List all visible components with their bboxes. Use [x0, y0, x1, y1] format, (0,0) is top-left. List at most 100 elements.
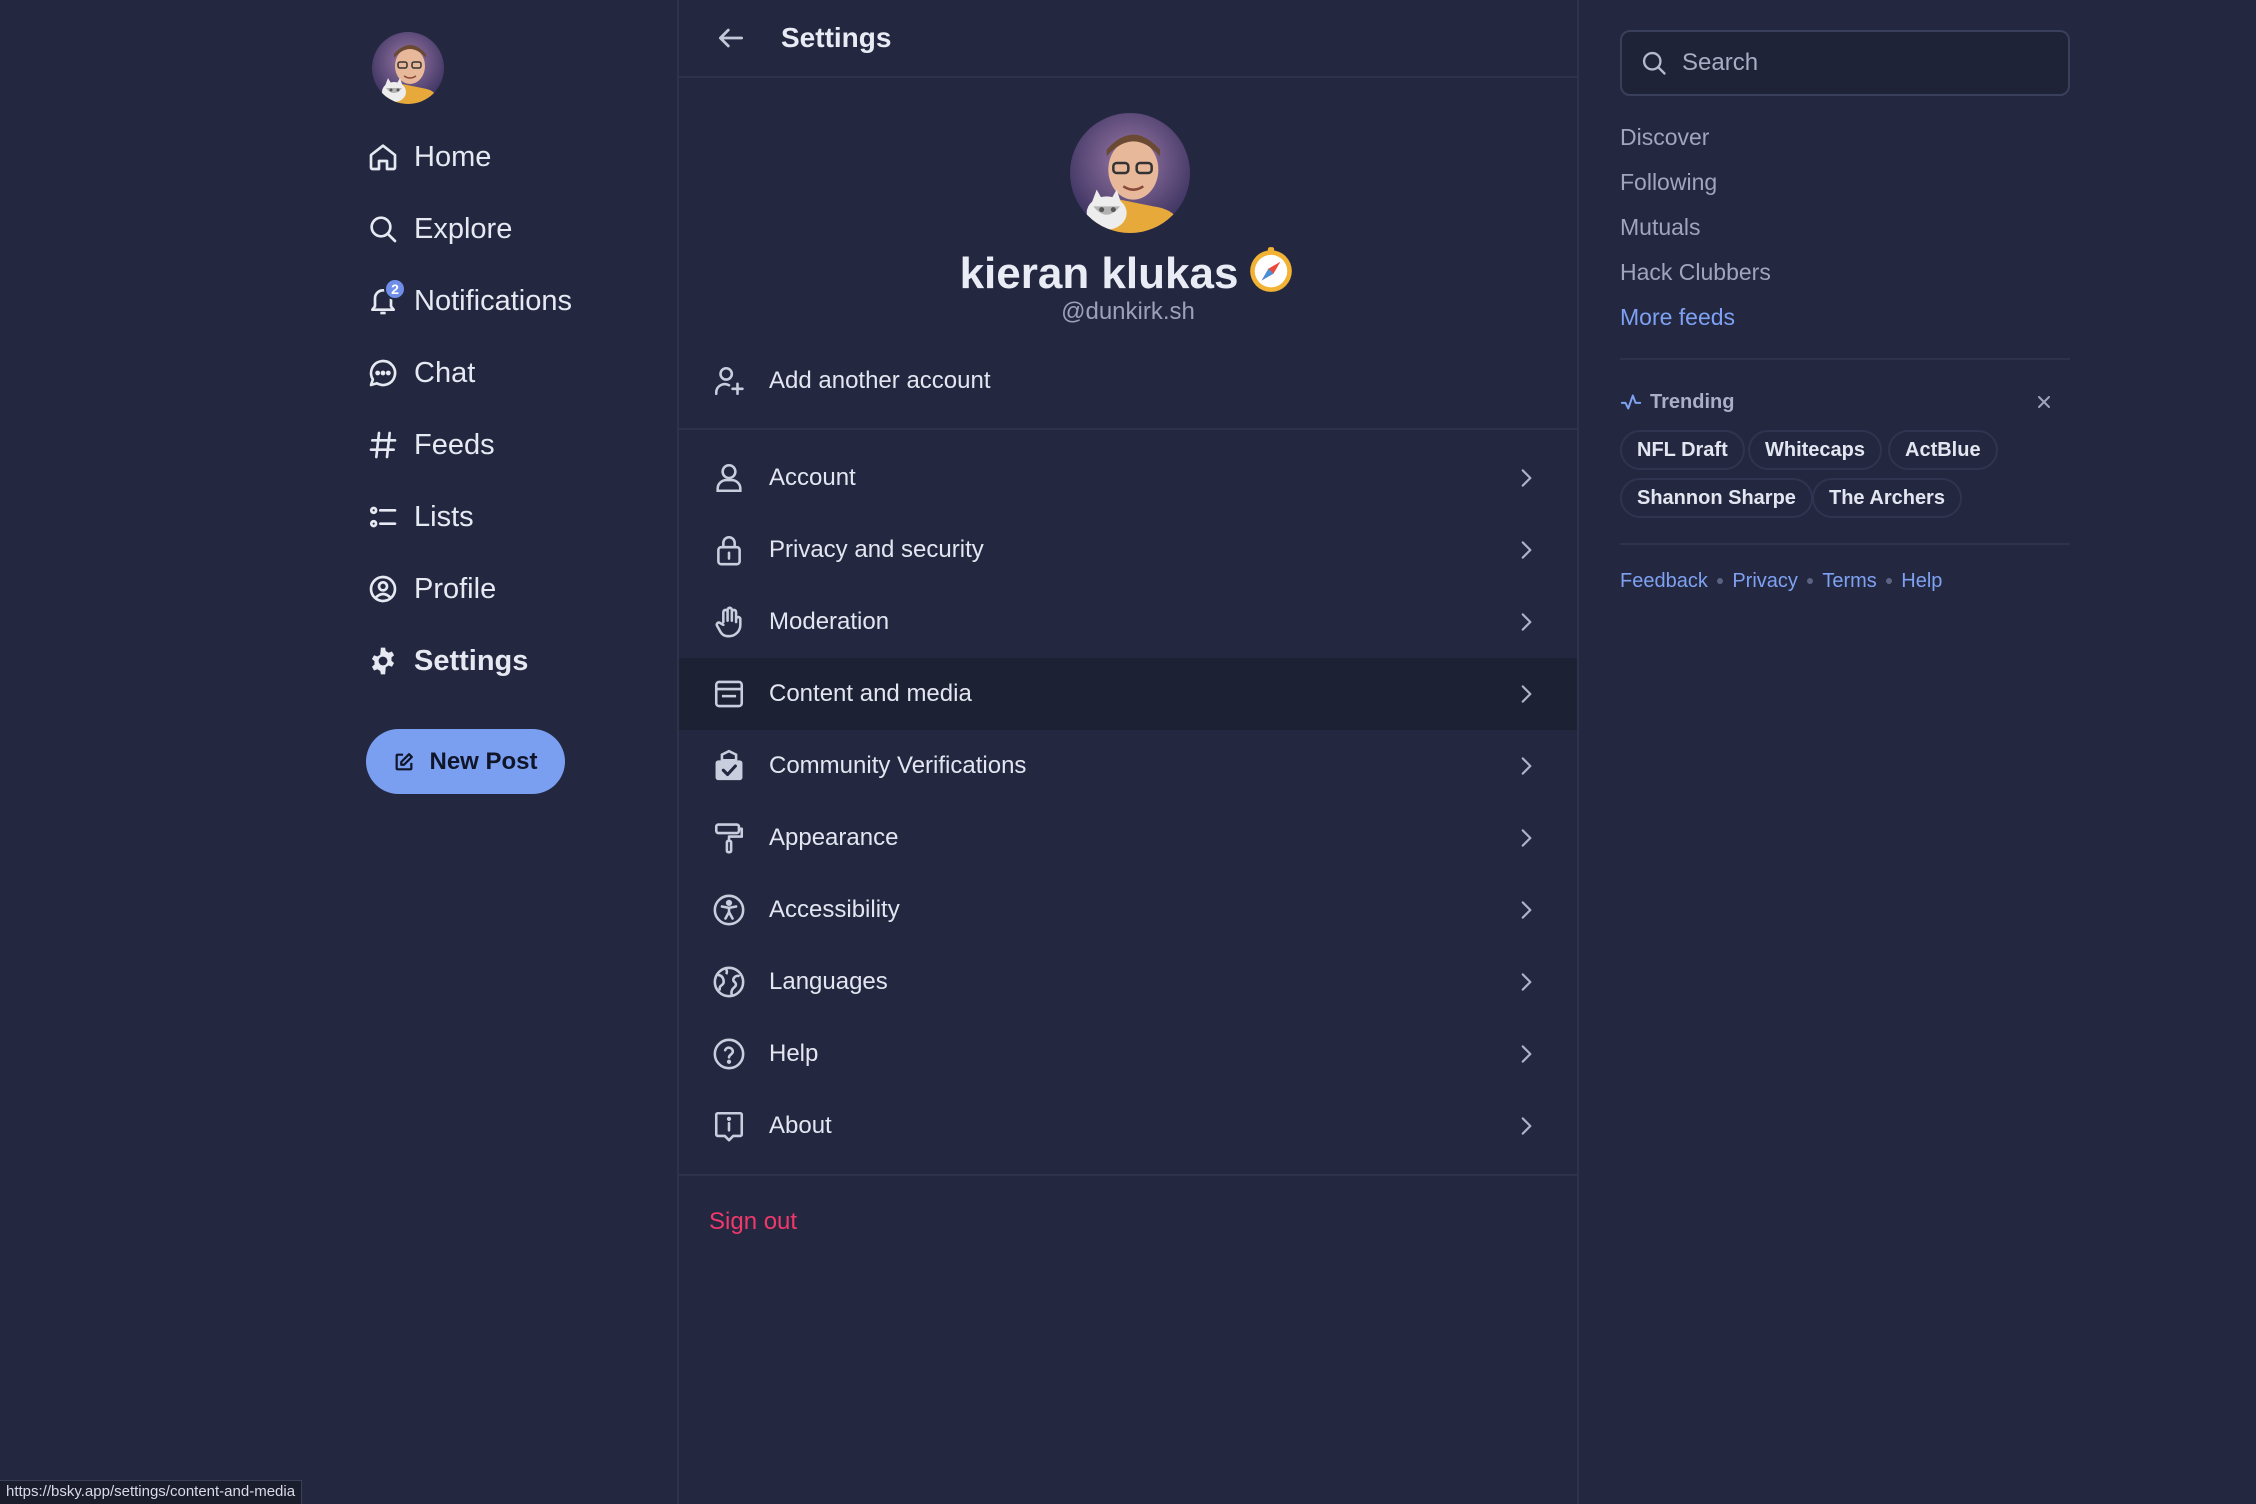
nav-chat[interactable]: Chat [366, 345, 475, 401]
settings-row-account[interactable]: Account [679, 442, 1577, 514]
trending-header: Trending [1620, 388, 2070, 416]
add-account-label: Add another account [769, 367, 991, 394]
page-title: Settings [781, 22, 892, 53]
chevron-right-icon [1511, 967, 1541, 997]
settings-row-content-media[interactable]: Content and media [679, 658, 1577, 730]
settings-row-label: Languages [769, 968, 888, 995]
footer-links: Feedback ● Privacy ● Terms ● Help [1620, 570, 1942, 593]
nav-lists[interactable]: Lists [366, 489, 474, 545]
feed-link-following[interactable]: Following [1620, 169, 1717, 196]
settings-row-label: Privacy and security [769, 536, 984, 563]
separator-dot: ● [1884, 572, 1894, 588]
nav-label-chat: Chat [414, 356, 476, 389]
hand-icon [711, 604, 747, 640]
settings-row-label: Account [769, 464, 856, 491]
settings-row-privacy[interactable]: Privacy and security [679, 514, 1577, 586]
settings-row-label: Appearance [769, 824, 899, 851]
divider [679, 1174, 1577, 1176]
gear-icon [366, 644, 400, 678]
close-icon[interactable] [2032, 390, 2056, 414]
link-preview-status: https://bsky.app/settings/content-and-me… [0, 1480, 303, 1504]
avatar-image [372, 32, 444, 104]
feed-link-mutuals[interactable]: Mutuals [1620, 214, 1701, 241]
settings-row-label: Help [769, 1040, 819, 1067]
nav-label-settings: Settings [414, 644, 529, 677]
person-icon [711, 460, 747, 496]
feed-link-discover[interactable]: Discover [1620, 124, 1709, 151]
divider [1620, 358, 2070, 360]
help-circle-icon [711, 1036, 747, 1072]
nav-label-home: Home [414, 140, 492, 173]
trending-topic-chip[interactable]: NFL Draft [1620, 430, 1745, 470]
chevron-right-icon [1511, 607, 1541, 637]
settings-row-languages[interactable]: Languages [679, 946, 1577, 1018]
search-box[interactable] [1620, 30, 2070, 96]
trending-topic-chip[interactable]: ActBlue [1888, 430, 1998, 470]
settings-row-accessibility[interactable]: Accessibility [679, 874, 1577, 946]
notification-count-badge: 2 [384, 278, 406, 300]
arrow-left-icon [719, 28, 743, 48]
nav-label-notifications: Notifications [414, 284, 572, 317]
back-button[interactable] [713, 20, 749, 56]
trending-label: Trending [1650, 390, 1735, 413]
footer-link-privacy[interactable]: Privacy [1732, 570, 1798, 592]
footer-link-feedback[interactable]: Feedback [1620, 570, 1708, 592]
user-avatar[interactable] [372, 32, 444, 104]
nav-feeds[interactable]: Feeds [366, 417, 495, 473]
new-post-label: New Post [429, 747, 538, 775]
user-circle-icon [366, 572, 400, 606]
footer-link-help[interactable]: Help [1901, 570, 1942, 592]
sign-out-button[interactable]: Sign out [709, 1208, 797, 1236]
profile-handle: @dunkirk.sh [1061, 298, 1195, 325]
info-icon [711, 1108, 747, 1144]
search-input[interactable] [1680, 48, 2040, 78]
settings-row-appearance[interactable]: Appearance [679, 802, 1577, 874]
nav-label-lists: Lists [414, 500, 474, 533]
chevron-right-icon [1511, 823, 1541, 853]
nav-settings[interactable]: Settings [366, 633, 528, 689]
separator-dot: ● [1715, 572, 1725, 588]
hashtag-icon [366, 428, 400, 462]
bell-icon: 2 [366, 278, 406, 318]
settings-header: Settings [679, 0, 1577, 78]
add-person-icon [711, 363, 747, 399]
list-icon [366, 500, 400, 534]
settings-row-help[interactable]: Help [679, 1018, 1577, 1090]
nav-profile[interactable]: Profile [366, 561, 496, 617]
trending-topic-chip[interactable]: Shannon Sharpe [1620, 478, 1813, 518]
settings-row-label: About [769, 1112, 832, 1139]
compose-icon [396, 752, 414, 770]
home-icon [366, 140, 400, 174]
chevron-right-icon [1511, 1111, 1541, 1141]
chevron-right-icon [1511, 1039, 1541, 1069]
chevron-right-icon [1511, 463, 1541, 493]
separator-dot: ● [1805, 572, 1815, 588]
trending-topic-chip[interactable]: Whitecaps [1748, 430, 1883, 470]
nav-home[interactable]: Home [366, 129, 491, 185]
settings-row-about[interactable]: About [679, 1090, 1577, 1162]
chevron-right-icon [1511, 535, 1541, 565]
nav-label-feeds: Feeds [414, 428, 495, 461]
nav-notifications[interactable]: 2 Notifications [366, 273, 572, 329]
trending-topic-chip[interactable]: The Archers [1812, 478, 1962, 518]
settings-row-label: Accessibility [769, 896, 900, 923]
paint-roller-icon [711, 820, 747, 856]
chevron-right-icon [1511, 895, 1541, 925]
nav-explore[interactable]: Explore [366, 201, 512, 257]
feed-link-hack-clubbers[interactable]: Hack Clubbers [1620, 259, 1771, 286]
verified-badge-icon [711, 748, 747, 784]
settings-row-label: Content and media [769, 680, 972, 707]
globe-icon [711, 964, 747, 1000]
add-account-row[interactable]: Add another account [679, 345, 1577, 417]
search-icon [366, 212, 400, 246]
new-post-button[interactable]: New Post [366, 729, 565, 794]
profile-avatar[interactable] [1070, 113, 1190, 233]
settings-row-verifications[interactable]: Community Verifications [679, 730, 1577, 802]
left-navigation: Home Explore 2 Notifications Chat Feeds [366, 0, 666, 1504]
chevron-right-icon [1511, 679, 1541, 709]
footer-link-terms[interactable]: Terms [1822, 570, 1876, 592]
more-feeds-link[interactable]: More feeds [1620, 304, 1735, 331]
settings-row-moderation[interactable]: Moderation [679, 586, 1577, 658]
nav-label-profile: Profile [414, 572, 497, 605]
profile-avatar-image [1070, 113, 1190, 233]
